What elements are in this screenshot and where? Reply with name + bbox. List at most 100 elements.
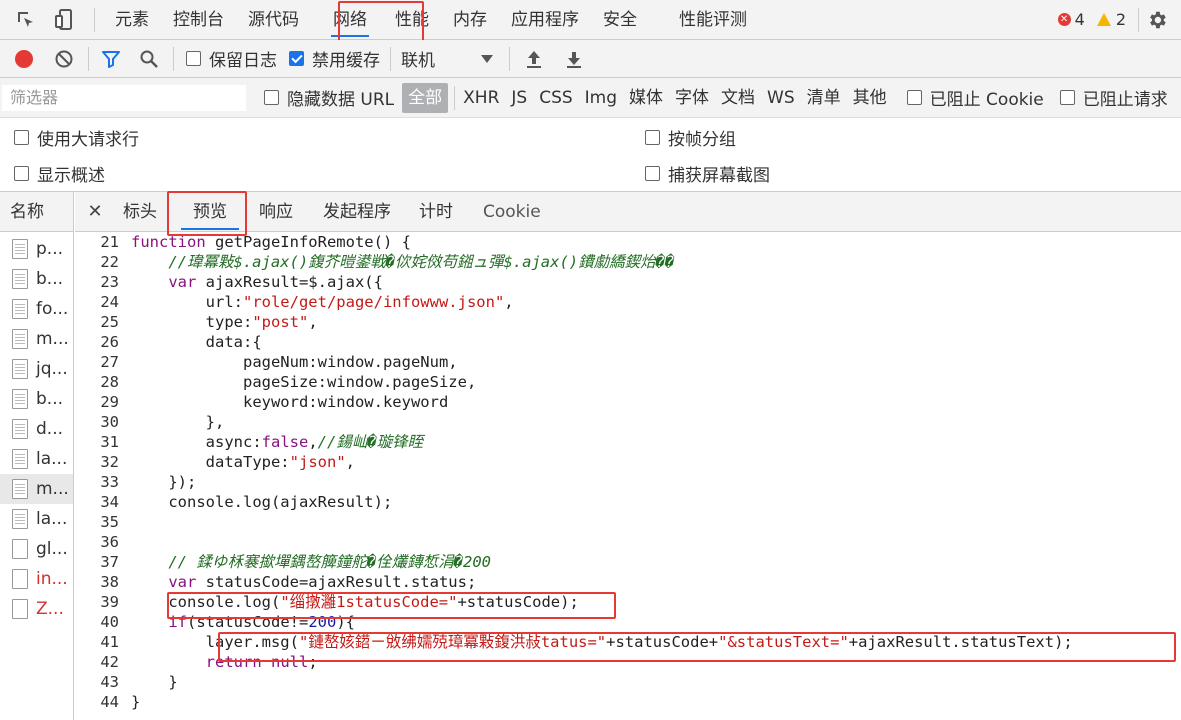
tab-timing[interactable]: 计时: [407, 192, 465, 232]
file-icon: [12, 239, 28, 259]
blocked-requests-checkbox[interactable]: [1059, 90, 1075, 105]
filter-bar: 筛选器 隐藏数据 URL 全部 XHR JS CSS Img 媒体 字体 文档 …: [0, 78, 1181, 118]
throttling-select[interactable]: 联机: [401, 46, 471, 71]
code-line: 21 function getPageInfoRemote() {: [75, 232, 1181, 252]
export-har-icon[interactable]: [562, 47, 586, 71]
filter-type-css[interactable]: CSS: [533, 78, 578, 117]
tab-lighthouse[interactable]: 性能评测: [667, 0, 759, 39]
filter-type-media[interactable]: 媒体: [623, 78, 669, 117]
disable-cache-checkbox[interactable]: [289, 51, 304, 66]
filter-type-other[interactable]: 其他: [847, 78, 893, 117]
tab-sources[interactable]: 源代码: [236, 0, 311, 39]
code-line: 22 //瑋冪敤$.ajax()鍑芥暟鍙戦�佽姹傚苟鎺ュ彈$.ajax()鐨勮繑…: [75, 252, 1181, 272]
request-row[interactable]: p...: [0, 234, 73, 264]
code-string: "json": [289, 453, 346, 471]
code-string: "&statusText=": [718, 633, 849, 651]
name-column-header[interactable]: 名称: [0, 192, 73, 232]
file-icon: [12, 329, 28, 349]
show-overview-checkbox[interactable]: [14, 165, 29, 181]
tab-network[interactable]: 网络: [321, 0, 379, 39]
request-row[interactable]: jq...: [0, 354, 73, 384]
group-by-frame-label: 按帧分组: [668, 129, 736, 150]
code-preview[interactable]: 20 21function getPageInfoRemote() { 22 /…: [75, 232, 1181, 720]
tab-security[interactable]: 安全: [591, 0, 649, 39]
code-line: 23 var ajaxResult=$.ajax({: [75, 272, 1181, 292]
clear-icon[interactable]: [52, 47, 76, 71]
error-count-badge[interactable]: ✕ 4: [1057, 10, 1085, 29]
code-line: 38 var statusCode=ajaxResult.status;: [75, 572, 1181, 592]
chevron-down-icon[interactable]: [479, 54, 495, 63]
code-token: if: [168, 613, 187, 631]
request-row[interactable]: d...: [0, 414, 73, 444]
tab-elements[interactable]: 元素: [103, 0, 161, 39]
tab-memory[interactable]: 内存: [441, 0, 499, 39]
preserve-log-checkbox[interactable]: [186, 51, 201, 66]
device-toolbar-icon[interactable]: [52, 8, 76, 32]
request-name: m...: [36, 329, 69, 349]
group-by-frame-checkbox[interactable]: [645, 129, 660, 145]
request-row[interactable]: Z...: [0, 594, 73, 624]
code-token: async:: [205, 433, 262, 451]
code-token: url:: [205, 293, 243, 311]
network-toolbar: 保留日志 禁用缓存 联机: [0, 40, 1181, 78]
tab-console[interactable]: 控制台: [161, 0, 236, 39]
request-row[interactable]: la...: [0, 444, 73, 474]
filter-input[interactable]: 筛选器: [2, 84, 246, 111]
code-token: null: [271, 653, 309, 671]
request-row[interactable]: gl...: [0, 534, 73, 564]
record-icon[interactable]: [12, 47, 36, 71]
tab-cookies[interactable]: Cookie: [471, 192, 553, 232]
code-token: dataType:: [205, 453, 290, 471]
preserve-log-label: 保留日志: [209, 51, 277, 71]
tab-initiator[interactable]: 发起程序: [311, 192, 403, 232]
import-har-icon[interactable]: [522, 47, 546, 71]
filter-type-doc[interactable]: 文档: [715, 78, 761, 117]
request-row[interactable]: fo...: [0, 294, 73, 324]
code-line: 41 layer.msg("鏈嶅姟鍣ㄧ敓绋嬬殑璋冪敤鍑洪敊tatus="+sta…: [75, 632, 1181, 652]
request-name: p...: [36, 239, 64, 259]
filter-type-font[interactable]: 字体: [669, 78, 715, 117]
code-line: 25 type:"post",: [75, 312, 1181, 332]
code-token: ,: [308, 433, 318, 451]
code-line: 33 });: [75, 472, 1181, 492]
line-number: 21: [100, 233, 119, 251]
filter-type-manifest[interactable]: 清单: [801, 78, 847, 117]
filter-type-xhr[interactable]: XHR: [457, 78, 505, 117]
filter-type-ws[interactable]: WS: [761, 78, 801, 117]
capture-screenshots-checkbox[interactable]: [645, 165, 660, 181]
request-row[interactable]: b...: [0, 384, 73, 414]
filter-type-img[interactable]: Img: [579, 78, 623, 117]
request-name: jq...: [36, 359, 68, 379]
code-token: +statusCode+: [606, 633, 719, 651]
tab-response[interactable]: 响应: [247, 192, 305, 232]
request-name: fo...: [36, 299, 69, 319]
code-token: +ajaxResult.statusText);: [848, 633, 1073, 651]
large-rows-checkbox[interactable]: [14, 129, 29, 145]
inspect-element-icon[interactable]: [14, 8, 38, 32]
tab-headers[interactable]: 标头: [111, 192, 169, 232]
settings-gear-icon[interactable]: [1145, 8, 1169, 32]
tab-performance[interactable]: 性能: [383, 0, 441, 39]
request-list: 名称 p... b... fo... m... jq... b... d... la... m.…: [0, 192, 74, 720]
request-row[interactable]: m...: [0, 474, 73, 504]
request-row[interactable]: in...: [0, 564, 73, 594]
tab-preview[interactable]: 预览: [173, 192, 247, 232]
capture-screenshots-label: 捕获屏幕截图: [668, 165, 770, 186]
hide-data-url-checkbox[interactable]: [264, 90, 279, 105]
filter-icon[interactable]: [99, 47, 123, 71]
search-icon[interactable]: [137, 47, 161, 71]
code-token: console.log(: [168, 593, 281, 611]
line-number: 24: [100, 293, 119, 311]
filter-type-all[interactable]: 全部: [402, 82, 449, 113]
code-token: (statusCode!=: [187, 613, 309, 631]
tab-application[interactable]: 应用程序: [499, 0, 591, 39]
request-row[interactable]: la...: [0, 504, 73, 534]
blocked-cookies-checkbox[interactable]: [906, 90, 922, 105]
filter-type-js[interactable]: JS: [505, 78, 533, 117]
close-icon[interactable]: ✕: [85, 201, 105, 222]
warning-count-badge[interactable]: 2: [1096, 10, 1126, 29]
code-token: function: [131, 233, 206, 251]
code-comment: //鍚屾�璇锋眰: [317, 433, 424, 451]
request-row[interactable]: b...: [0, 264, 73, 294]
request-row[interactable]: m...: [0, 324, 73, 354]
